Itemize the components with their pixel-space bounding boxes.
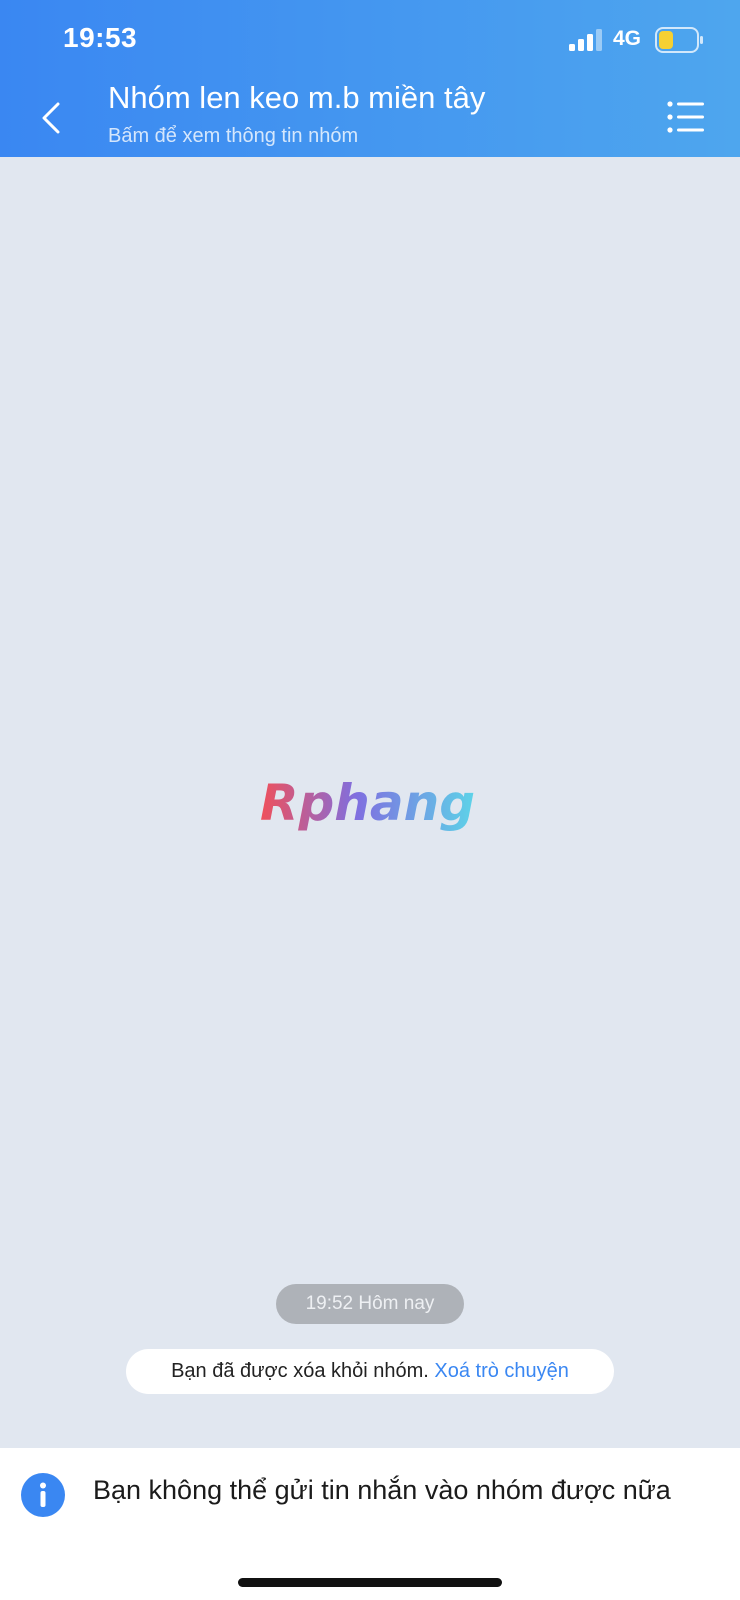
delete-chat-link[interactable]: Xoá trò chuyện <box>434 1360 569 1382</box>
group-title[interactable]: Nhóm len keo m.b miền tây <box>108 80 485 116</box>
list-icon <box>667 101 704 133</box>
group-info-hint[interactable]: Bấm để xem thông tin nhóm <box>108 125 358 148</box>
battery-icon <box>655 27 703 53</box>
removed-notice: Bạn đã được xóa khỏi nhóm. Xoá trò chuyệ… <box>126 1349 614 1394</box>
removed-notice-text: Bạn đã được xóa khỏi nhóm. <box>171 1360 429 1382</box>
chevron-left-icon <box>42 102 60 134</box>
watermark-text: Rphang <box>260 774 475 832</box>
timestamp-pill: 19:52 Hôm nay <box>276 1284 464 1324</box>
menu-button[interactable] <box>666 100 706 134</box>
info-icon <box>21 1473 65 1517</box>
back-button[interactable] <box>32 96 72 140</box>
network-label: 4G <box>613 27 642 50</box>
signal-icon <box>569 29 602 51</box>
cannot-send-message: Bạn không thể gửi tin nhắn vào nhóm được… <box>93 1475 671 1505</box>
chat-header: 19:53 4G Nhóm len keo m.b miền tây Bấm đ… <box>0 0 740 157</box>
status-time: 19:53 <box>63 22 138 53</box>
home-indicator[interactable] <box>238 1578 502 1587</box>
watermark-logo: Rphang <box>260 774 475 832</box>
